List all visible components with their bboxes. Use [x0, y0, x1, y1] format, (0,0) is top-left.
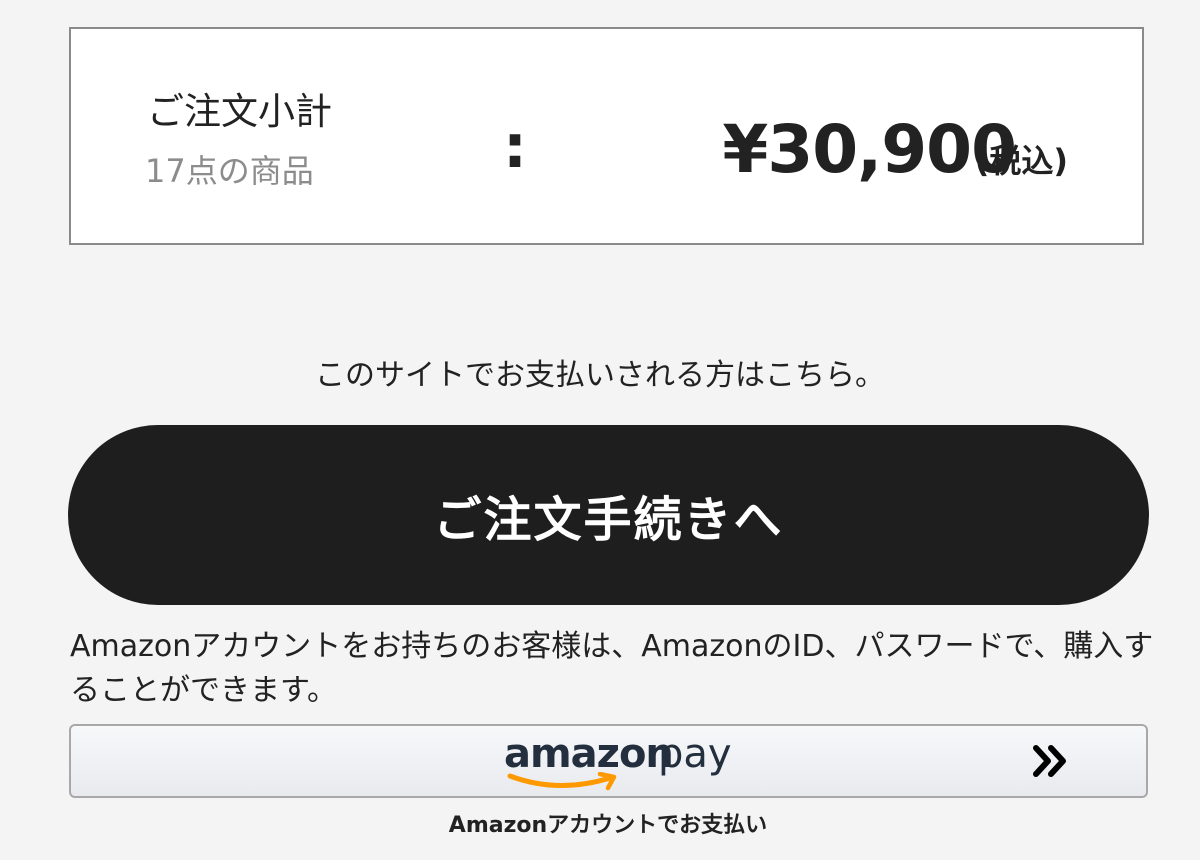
checkout-button-label: ご注文手続きへ: [433, 492, 784, 548]
subtotal-price: ¥30,900: [722, 111, 1017, 188]
subtotal-label: ご注文小計: [147, 90, 332, 133]
amazon-smile-icon: [507, 772, 617, 791]
amazon-account-note: Amazonアカウントをお持ちのお客様は、AmazonのID、パスワードで、購入…: [70, 629, 1154, 708]
amazon-pay-button[interactable]: amazon pay: [69, 724, 1148, 798]
tax-included-label: (税込): [974, 142, 1068, 180]
order-summary-box: ご注文小計 17点の商品 : ¥30,900 (税込): [69, 27, 1144, 245]
logo-pay-text: pay: [658, 731, 732, 777]
amazon-pay-caption: Amazonアカウントでお支払い: [448, 813, 768, 838]
amazon-pay-logo: amazon pay: [504, 731, 732, 794]
item-count: 17点の商品: [145, 152, 314, 190]
separator-colon: :: [503, 112, 527, 182]
checkout-button[interactable]: ご注文手続きへ: [68, 425, 1149, 605]
site-payment-note: このサイトでお支払いされる方はこちら。: [315, 358, 885, 393]
logo-amazon-text: amazon: [504, 731, 674, 777]
double-chevron-right-icon: [1033, 745, 1066, 777]
